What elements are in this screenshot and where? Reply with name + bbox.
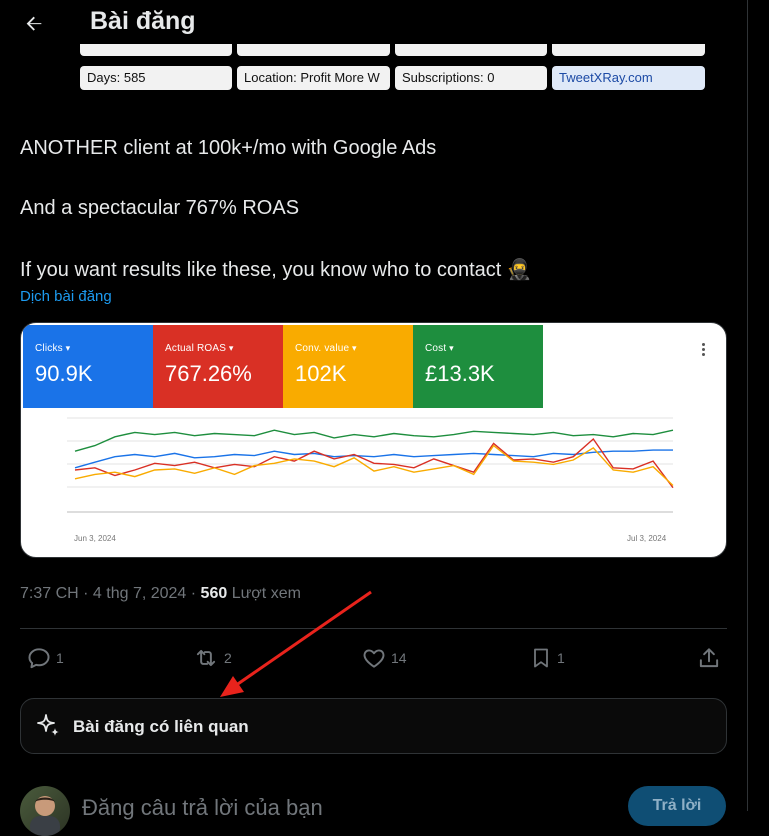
like-action[interactable]: 14 [361, 645, 407, 671]
views-label: Lượt xem [227, 585, 301, 602]
bookmark-action[interactable]: 1 [529, 645, 565, 671]
metric-value: 90.9K [35, 361, 93, 386]
metric-label: Conv. value [295, 343, 413, 354]
repost-icon [196, 649, 216, 667]
series-line-actual-roas [74, 437, 674, 489]
tweet-text-line-1: ANOTHER client at 100k+/mo with Google A… [20, 137, 437, 159]
arrow-left-icon [26, 16, 42, 31]
bookmark-count: 1 [557, 650, 565, 666]
reply-icon [28, 648, 50, 669]
like-count: 14 [391, 650, 407, 666]
metric-conv-value: Conv. value 102K [283, 325, 413, 408]
metric-value: 767.26% [165, 361, 252, 386]
xray-chip-hidden [395, 44, 547, 56]
bookmark-icon [534, 648, 548, 668]
column-border [747, 0, 748, 811]
xray-days: Days: 585 [80, 66, 232, 90]
reply-input[interactable]: Đăng câu trả lời của bạn [82, 795, 323, 821]
x-tick-start: Jun 3, 2024 [74, 534, 116, 543]
more-vert-icon [702, 343, 706, 356]
x-tick-end: Jul 3, 2024 [627, 534, 667, 543]
sparkle-icon [37, 714, 59, 736]
xray-subscriptions: Subscriptions: 0 [395, 66, 547, 90]
xray-chip-hidden [237, 44, 390, 56]
tweet-meta: 7:37 CH · 4 thg 7, 2024 · 560 Lượt xem [20, 585, 301, 603]
tweetxray-link[interactable]: TweetXRay.com [552, 66, 705, 90]
share-action[interactable] [696, 645, 722, 671]
translate-link[interactable]: Dịch bài đăng [20, 288, 112, 305]
timestamp[interactable]: 7:37 CH · 4 thg 7, 2024 · [20, 585, 201, 602]
metric-actual-roas: Actual ROAS 767.26% [153, 325, 283, 408]
series-line-conv-value [74, 444, 674, 487]
reply-count: 1 [56, 650, 64, 666]
back-button[interactable] [18, 8, 50, 40]
metric-value: £13.3K [425, 361, 495, 386]
repost-action[interactable]: 2 [192, 645, 232, 671]
reply-button[interactable]: Trả lời [628, 786, 726, 826]
avatar[interactable] [20, 786, 70, 836]
tweet-text-line-2: And a spectacular 767% ROAS [20, 197, 300, 219]
metric-value: 102K [295, 361, 347, 386]
line-chart [67, 417, 674, 513]
xray-chip-hidden [552, 44, 705, 56]
avatar-image [30, 796, 60, 836]
repost-count: 2 [224, 650, 232, 666]
metric-label: Actual ROAS [165, 343, 283, 354]
divider [20, 628, 727, 629]
share-icon [699, 648, 719, 668]
xray-location: Location: Profit More W [237, 66, 390, 90]
metric-cost: Cost £13.3K [413, 325, 543, 408]
tweet-media-image[interactable]: Clicks 90.9K Actual ROAS 767.26% Conv. v… [20, 322, 727, 558]
xray-chip-hidden [80, 44, 232, 56]
metric-clicks: Clicks 90.9K [23, 325, 153, 408]
related-posts-label: Bài đăng có liên quan [73, 717, 249, 736]
reply-action[interactable]: 1 [26, 645, 64, 671]
related-posts-button[interactable]: Bài đăng có liên quan [20, 698, 727, 754]
metric-label: Cost [425, 343, 543, 354]
tweet-text-line-3: If you want results like these, you know… [20, 259, 532, 281]
metric-label: Clicks [35, 343, 153, 354]
heart-icon [363, 649, 385, 668]
page-title: Bài đăng [90, 7, 196, 35]
view-count: 560 [200, 585, 228, 602]
